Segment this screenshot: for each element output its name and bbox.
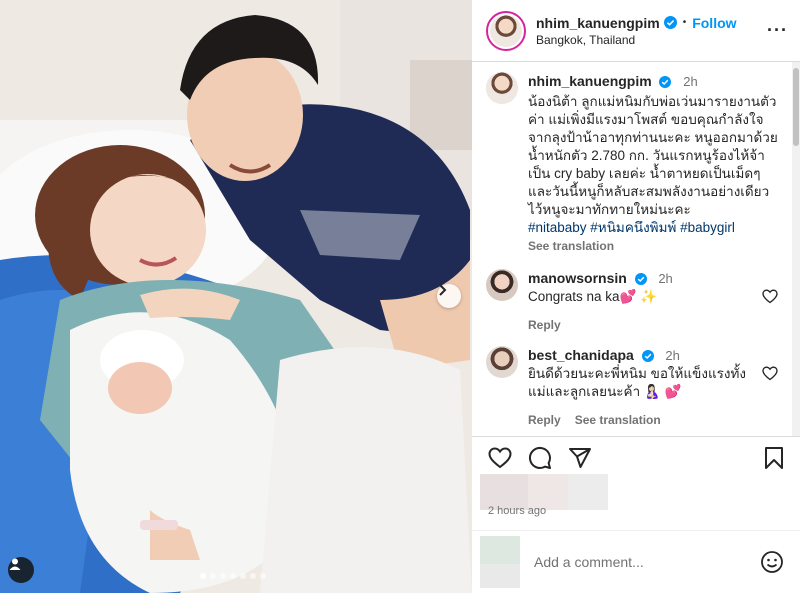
heart-icon: [488, 446, 512, 468]
bookmark-icon: [765, 446, 783, 469]
caption-hashtags[interactable]: #nitababy #หนิมคนึงพิมพ์ #babygirl: [528, 219, 778, 237]
comment-button[interactable]: [528, 446, 552, 470]
carousel-dot: [210, 573, 216, 579]
follow-button[interactable]: Follow: [692, 15, 736, 31]
verified-badge-icon: [641, 350, 654, 362]
comment-time[interactable]: 2h: [665, 348, 679, 363]
emoji-icon: [761, 551, 783, 573]
caption: nhim_kanuengpim 2h น้องนิต้า ลูกแม่หนิมก…: [486, 72, 778, 253]
carousel-dot: [260, 573, 266, 579]
carousel-next-button[interactable]: [437, 284, 461, 308]
comment-time[interactable]: 2h: [658, 271, 672, 286]
chevron-right-icon: [439, 284, 447, 296]
verified-badge-icon: [634, 273, 647, 285]
scrollbar-thumb[interactable]: [793, 68, 799, 146]
comment-reply-button[interactable]: Reply: [528, 318, 561, 332]
comment-item: manowsornsin 2h Congrats na ka💕 ✨ Reply: [486, 269, 778, 332]
verified-badge-icon: [659, 76, 672, 88]
post-side-panel: nhim_kanuengpim • Follow Bangkok, Thaila…: [472, 0, 800, 593]
author-username[interactable]: nhim_kanuengpim: [536, 15, 660, 31]
comment-icon: [528, 446, 551, 469]
author-avatar[interactable]: [486, 10, 526, 51]
comment-item: best_chanidapa 2h ยินดีด้วยนะคะพี่หนิม ข…: [486, 346, 778, 427]
verified-badge-icon: [663, 16, 677, 29]
post-header: nhim_kanuengpim • Follow Bangkok, Thaila…: [472, 0, 800, 62]
comments-list[interactable]: nhim_kanuengpim 2h น้องนิต้า ลูกแม่หนิมก…: [472, 62, 792, 436]
header-separator: •: [682, 17, 687, 28]
caption-text: น้องนิต้า ลูกแม่หนิมกับพ่อเว่นมารายงานตั…: [528, 94, 778, 217]
carousel-dot: [230, 573, 236, 579]
carousel-indicator: [200, 573, 266, 579]
caption-avatar[interactable]: [486, 72, 518, 104]
caption-username[interactable]: nhim_kanuengpim: [528, 73, 652, 89]
comment-username[interactable]: best_chanidapa: [528, 347, 634, 363]
save-button[interactable]: [764, 446, 784, 470]
share-button[interactable]: [568, 447, 592, 469]
comment-avatar[interactable]: [486, 269, 518, 301]
comment-see-translation[interactable]: See translation: [575, 413, 661, 427]
user-tags-button[interactable]: [8, 557, 34, 583]
redacted-area: [480, 536, 520, 588]
comment-username[interactable]: manowsornsin: [528, 270, 627, 286]
share-icon: [569, 447, 591, 468]
caption-see-translation[interactable]: See translation: [528, 239, 778, 253]
emoji-button[interactable]: [760, 550, 784, 574]
carousel-dot: [200, 573, 206, 579]
comment-input[interactable]: [534, 554, 760, 570]
post-timestamp[interactable]: 2 hours ago: [488, 505, 546, 517]
caption-time[interactable]: 2h: [683, 74, 697, 89]
comment-reply-button[interactable]: Reply: [528, 413, 561, 427]
comment-avatar[interactable]: [486, 346, 518, 378]
comment-text: Congrats na ka💕 ✨: [528, 289, 657, 304]
more-options-button[interactable]: ···: [767, 20, 788, 41]
post-actions: [472, 436, 800, 478]
comment-like-heart-icon[interactable]: [762, 366, 778, 381]
user-tag-icon: [9, 558, 21, 570]
comments-scrollbar[interactable]: [792, 62, 800, 436]
carousel-dot: [250, 573, 256, 579]
carousel-dot: [240, 573, 246, 579]
comment-text: ยินดีด้วยนะคะพี่หนิม ขอให้แข็งแรงทั้งแม่…: [528, 366, 746, 399]
carousel-dot: [220, 573, 226, 579]
post-photo-illustration: [0, 0, 472, 593]
post-location[interactable]: Bangkok, Thailand: [536, 33, 737, 47]
add-comment-bar: [472, 530, 800, 593]
post-image[interactable]: [0, 0, 472, 593]
author-info: nhim_kanuengpim • Follow Bangkok, Thaila…: [536, 15, 737, 47]
comment-like-heart-icon[interactable]: [762, 289, 778, 304]
like-button[interactable]: [488, 446, 512, 469]
